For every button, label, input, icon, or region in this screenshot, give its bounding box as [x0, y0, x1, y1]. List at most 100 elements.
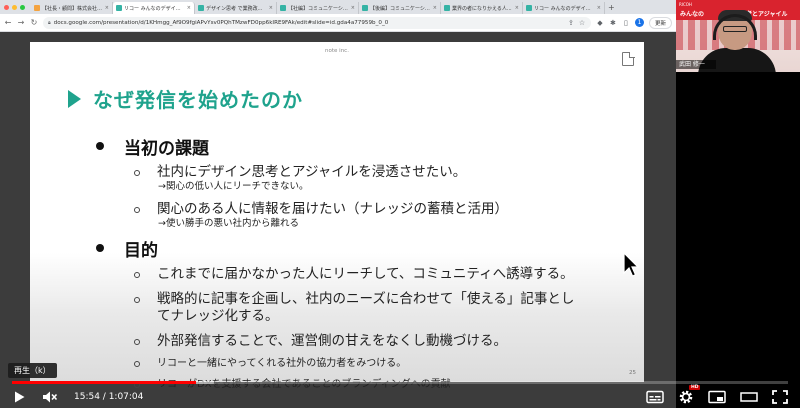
subtitles-button[interactable] — [646, 390, 664, 404]
tab-close-icon[interactable]: × — [187, 5, 191, 11]
volume-muted-icon — [43, 391, 58, 403]
browser-tab[interactable]: 【後編】コミュニケーショ... × — [359, 2, 441, 14]
browser-tab[interactable]: 業界の者になりかえる人... × — [441, 2, 523, 14]
extension-icon[interactable]: ◆ — [596, 19, 604, 27]
maximize-window-button[interactable] — [20, 4, 25, 10]
minimize-window-button[interactable] — [12, 4, 17, 10]
share-icon[interactable]: ⇪ — [567, 19, 575, 27]
list-item-text: 社内にデザイン思考とアジャイルを浸透させたい。 — [157, 164, 467, 180]
browser-tab[interactable]: デザイン思考 で業務改... × — [195, 2, 277, 14]
list-item: リコーと一緒にやってくれる社外の協力者をみつける。 — [134, 357, 624, 371]
tab-title: 【後編】コミュニケーショ... — [370, 5, 431, 12]
tab-close-icon[interactable]: × — [515, 5, 519, 11]
browser-toolbar: ← → ↻ 🔒︎ docs.google.com/presentation/d/… — [0, 14, 676, 32]
list-item: これまでに届かなかった人にリーチして、コミュニティへ誘導する。 — [134, 266, 624, 283]
mute-button[interactable] — [42, 390, 58, 404]
hollow-bullet-icon — [134, 272, 140, 278]
slide-body: 当初の課題 社内にデザイン思考とアジャイルを浸透させたい。 →関心の低い人にリー… — [96, 134, 624, 392]
theater-mode-icon — [740, 392, 758, 402]
document-icon — [622, 51, 635, 66]
hd-badge: HD — [689, 385, 700, 390]
tab-title: デザイン思考 で業務改... — [206, 5, 263, 12]
tab-favicon-icon — [444, 5, 450, 11]
section-heading-text: 当初の課題 — [124, 138, 209, 159]
miniplayer-button[interactable] — [708, 390, 726, 404]
window-controls — [4, 4, 25, 10]
forward-icon[interactable]: → — [17, 18, 25, 27]
list-item-text-line2: てナレッジ化する。 — [157, 308, 279, 324]
url-text[interactable]: docs.google.com/presentation/d/1KHmgg_Af… — [54, 20, 564, 26]
address-bar[interactable]: 🔒︎ docs.google.com/presentation/d/1KHmgg… — [43, 16, 591, 29]
browser-tab-bar: 【社長・顧問】株式会社リ... × リコー みんなのデザインと... × デザイン思考 … — [0, 0, 676, 14]
tab-favicon-icon — [280, 5, 286, 11]
section-heading: 当初の課題 — [96, 134, 624, 159]
tab-close-icon[interactable]: × — [597, 5, 601, 11]
new-tab-button[interactable]: + — [608, 3, 615, 12]
play-button[interactable] — [12, 390, 26, 404]
tab-favicon-icon — [526, 5, 532, 11]
puzzle-icon[interactable]: ✱ — [609, 19, 617, 27]
reload-icon[interactable]: ↻ — [30, 18, 38, 27]
tab-close-icon[interactable]: × — [351, 5, 355, 11]
slide: note inc. なぜ発信を始めたのか 当初の課題 社内にデザイン思考とアジャ… — [30, 42, 644, 390]
play-icon — [15, 391, 25, 403]
slide-title-text: なぜ発信を始めたのか — [93, 88, 303, 112]
browser-tab[interactable]: 【社編】コミュニケーショ... × — [277, 2, 359, 14]
slide-title: なぜ発信を始めたのか — [68, 84, 303, 113]
theater-mode-button[interactable] — [740, 390, 758, 404]
tab-favicon-icon — [34, 5, 40, 11]
bullet-icon — [96, 142, 104, 150]
tab-title: 業界の者になりかえる人... — [452, 5, 512, 12]
list-item-note: →使い勝手の悪い社内から離れる — [158, 218, 299, 229]
update-button[interactable]: 更新 — [648, 16, 672, 29]
progress-played — [12, 381, 196, 384]
tab-favicon-icon — [198, 5, 204, 11]
tab-title: 【社編】コミュニケーショ... — [288, 5, 349, 12]
list-item: 社内にデザイン思考とアジャイルを浸透させたい。 — [134, 164, 624, 181]
video-player[interactable]: 【社長・顧問】株式会社リ... × リコー みんなのデザインと... × デザイン思考 … — [0, 0, 800, 408]
list-item-text-line1: 戦略的に記事を企画し、社内のニーズに合わせて「使える」記事とし — [157, 291, 575, 307]
tab-title: リコー みんなのデザインと... — [124, 5, 185, 12]
list-item-note: →関心の低い人にリーチできない。 — [158, 181, 309, 192]
list-item-text: リコーと一緒にやってくれる社外の協力者をみつける。 — [157, 358, 407, 369]
list-item-text: 戦略的に記事を企画し、社内のニーズに合わせて「使える」記事とし てナレッジ化する… — [157, 291, 574, 325]
progress-bar[interactable] — [12, 381, 788, 384]
tab-close-icon[interactable]: × — [105, 5, 109, 11]
tab-title: リコー みんなのデザインと... — [534, 5, 595, 12]
presentation-viewport: note inc. なぜ発信を始めたのか 当初の課題 社内にデザイン思考とアジャ… — [0, 32, 676, 408]
presenter-name: 武田 修一 — [676, 60, 716, 69]
fullscreen-button[interactable] — [772, 390, 788, 404]
slide-page-number: 25 — [629, 370, 636, 376]
lock-icon: 🔒︎ — [48, 19, 51, 26]
miniplayer-icon — [708, 390, 726, 404]
close-window-button[interactable] — [4, 4, 9, 10]
tab-favicon-icon — [116, 5, 122, 11]
back-icon[interactable]: ← — [4, 18, 12, 27]
browser-tab[interactable]: 【社長・顧問】株式会社リ... × — [31, 2, 113, 14]
player-controls: 15:54 / 1:07:04 HD — [0, 385, 800, 408]
banner-logo-text: RICOH — [679, 2, 692, 7]
tab-close-icon[interactable]: × — [269, 5, 273, 11]
profile-avatar[interactable]: 1 — [634, 18, 644, 27]
fullscreen-icon — [772, 390, 788, 404]
play-tooltip: 再生（k） — [8, 363, 57, 378]
section-heading-text: 目的 — [124, 240, 158, 261]
bullet-icon — [96, 244, 104, 252]
settings-button[interactable]: HD — [678, 385, 700, 405]
list-item-text: 関心のある人に情報を届けたい（ナレッジの蓄積と活用） — [157, 201, 508, 217]
subtitles-icon — [646, 390, 664, 404]
hollow-bullet-icon — [134, 339, 140, 345]
list-item-text: 外部発信することで、運営側の甘えをなくし動機づける。 — [157, 333, 508, 349]
bookmark-star-icon[interactable]: ☆ — [578, 19, 586, 27]
browser-tab[interactable]: リコー みんなのデザインと... × — [523, 2, 605, 14]
hollow-bullet-icon — [134, 207, 140, 213]
hollow-bullet-icon — [134, 297, 140, 303]
tab-close-icon[interactable]: × — [433, 5, 437, 11]
list-item: 関心のある人に情報を届けたい（ナレッジの蓄積と活用） — [134, 201, 624, 218]
tab-title: 【社長・顧問】株式会社リ... — [42, 5, 103, 12]
sidebar-icon[interactable]: ▯ — [622, 19, 630, 27]
browser-tab[interactable]: リコー みんなのデザインと... × — [113, 2, 195, 14]
hollow-bullet-icon — [134, 170, 140, 176]
list-item: 戦略的に記事を企画し、社内のニーズに合わせて「使える」記事とし てナレッジ化する… — [134, 291, 624, 325]
gear-icon — [679, 390, 693, 404]
